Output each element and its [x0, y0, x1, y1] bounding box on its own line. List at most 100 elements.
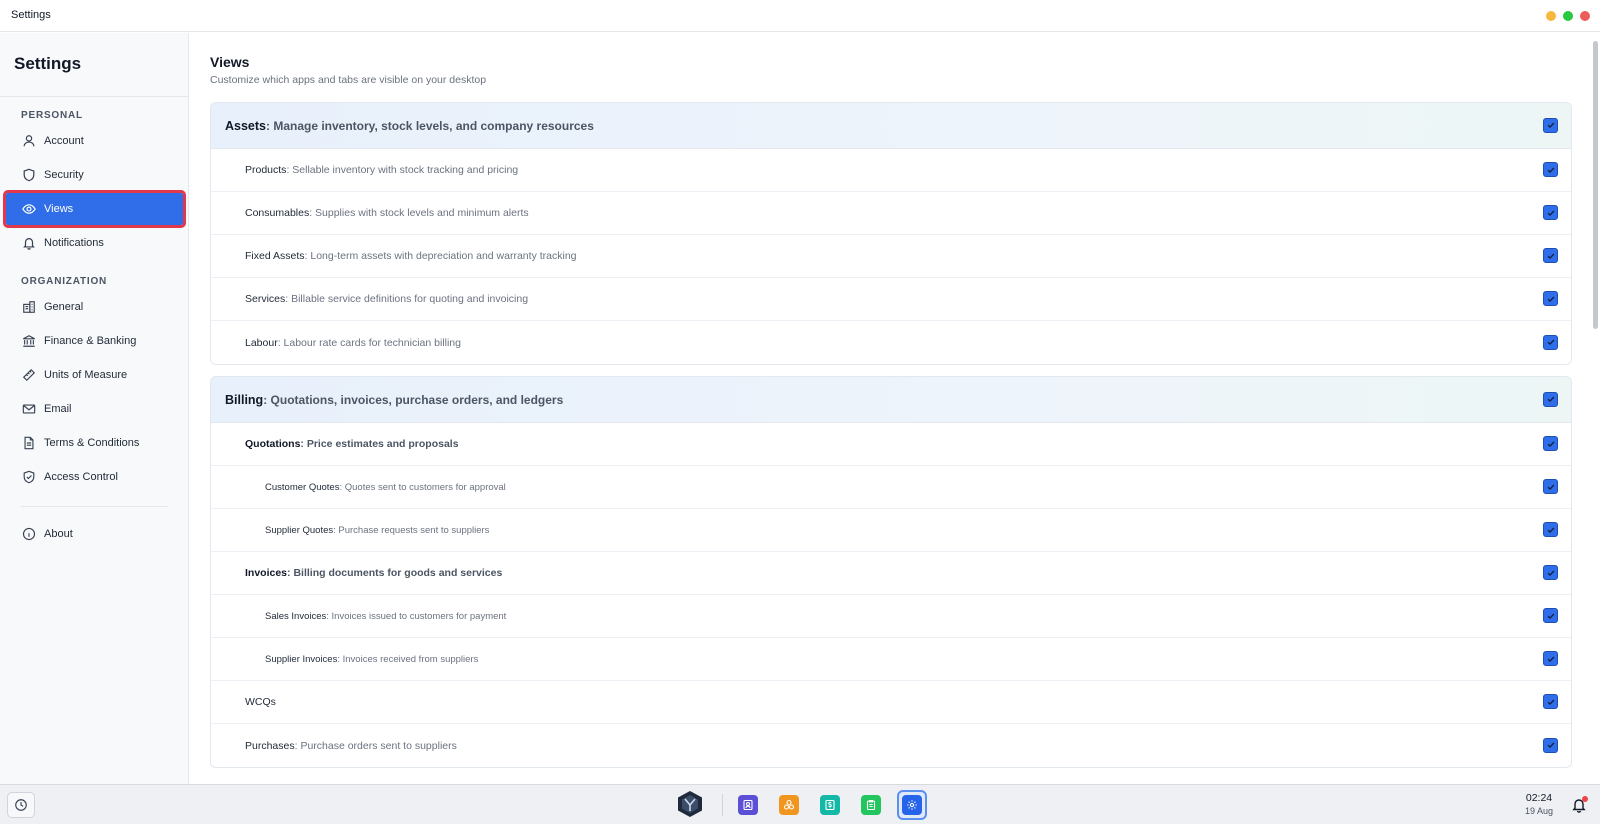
row-title: Supplier Quotes — [265, 524, 334, 536]
taskbar-app-tasks[interactable] — [856, 790, 886, 820]
check-icon — [1547, 296, 1554, 302]
check-icon — [1547, 210, 1554, 216]
clock-icon — [15, 799, 27, 811]
group-checkbox[interactable] — [1543, 117, 1558, 133]
sidebar-item-access-control[interactable]: Access Control — [6, 461, 183, 493]
sidebar-item-units-of-measure[interactable]: Units of Measure — [6, 359, 183, 391]
group-description: : Manage inventory, stock levels, and co… — [266, 118, 594, 133]
check-icon — [1547, 656, 1554, 662]
row-checkbox[interactable] — [1543, 608, 1558, 623]
view-row: Supplier Invoices: Invoices received fro… — [211, 638, 1571, 681]
row-checkbox[interactable] — [1543, 205, 1558, 220]
taskbar: 02:24 19 Aug — [0, 784, 1600, 824]
sidebar-item-about[interactable]: About — [6, 518, 183, 550]
row-checkbox[interactable] — [1543, 737, 1558, 753]
user-icon — [23, 135, 35, 147]
sidebar-divider — [0, 96, 188, 97]
sidebar-item-account[interactable]: Account — [6, 125, 183, 157]
sidebar-divider — [21, 506, 168, 507]
window-title: Settings — [11, 9, 51, 21]
sidebar-item-terms-conditions[interactable]: Terms & Conditions — [6, 427, 183, 459]
check-icon — [1547, 339, 1554, 346]
notification-badge — [1582, 796, 1588, 802]
page-title: Views — [210, 54, 250, 70]
minimize-button[interactable] — [1546, 11, 1556, 21]
sidebar-item-email[interactable]: Email — [6, 393, 183, 425]
row-title: Sales Invoices — [265, 610, 327, 622]
section-label-organization: ORGANIZATION — [21, 276, 108, 287]
row-checkbox[interactable] — [1543, 291, 1558, 306]
contacts-app-icon — [738, 795, 758, 815]
taskbar-app-assets[interactable] — [774, 790, 804, 820]
check-icon — [1547, 122, 1554, 129]
row-checkbox[interactable] — [1543, 522, 1558, 537]
notifications-button[interactable] — [1571, 796, 1588, 813]
ruler-icon — [22, 368, 36, 382]
clock-date: 19 Aug — [1524, 806, 1554, 816]
sidebar-item-views[interactable]: Views — [3, 190, 186, 228]
row-checkbox[interactable] — [1543, 694, 1558, 709]
row-checkbox[interactable] — [1543, 436, 1558, 451]
check-icon — [1547, 253, 1554, 259]
bell-icon — [23, 238, 35, 250]
app-logo-icon[interactable] — [676, 790, 704, 818]
sidebar-item-notifications[interactable]: Notifications — [6, 227, 183, 259]
row-description: : Labour rate cards for technician billi… — [277, 336, 461, 349]
row-checkbox[interactable] — [1543, 479, 1558, 494]
sidebar-item-label: About — [44, 528, 73, 540]
document-icon — [24, 436, 34, 450]
settings-app-icon — [902, 795, 922, 815]
row-title: Products — [245, 164, 287, 176]
history-button[interactable] — [7, 792, 35, 818]
sidebar-item-security[interactable]: Security — [6, 159, 183, 191]
check-icon — [1547, 441, 1554, 447]
page-subtitle: Customize which apps and tabs are visibl… — [210, 74, 487, 86]
sidebar-item-finance-banking[interactable]: Finance & Banking — [6, 325, 183, 357]
row-description: : Billing documents for goods and servic… — [287, 567, 503, 579]
view-row: Consumables: Supplies with stock levels … — [211, 192, 1571, 235]
row-checkbox[interactable] — [1543, 334, 1558, 350]
taskbar-app-billing[interactable] — [815, 790, 845, 820]
taskbar-divider — [722, 794, 723, 816]
row-description: : Invoices issued to customers for payme… — [326, 610, 507, 622]
group-description: : Quotations, invoices, purchase orders,… — [263, 392, 564, 407]
row-checkbox[interactable] — [1543, 248, 1558, 263]
check-icon — [1547, 699, 1554, 705]
vertical-scrollbar[interactable] — [1593, 41, 1598, 329]
sidebar-item-label: General — [44, 301, 84, 313]
row-description: : Billable service definitions for quoti… — [285, 293, 529, 305]
view-row: Invoices: Billing documents for goods an… — [211, 552, 1571, 595]
maximize-button[interactable] — [1563, 11, 1573, 21]
sidebar-item-label: Account — [44, 135, 84, 147]
row-checkbox[interactable] — [1543, 565, 1558, 580]
view-row: Quotations: Price estimates and proposal… — [211, 423, 1571, 466]
row-title: Supplier Invoices — [265, 653, 338, 665]
sidebar-item-label: Finance & Banking — [44, 335, 137, 347]
row-description: : Supplies with stock levels and minimum… — [309, 207, 529, 219]
sidebar-item-label: Units of Measure — [44, 369, 128, 381]
row-title: Invoices — [245, 567, 288, 579]
row-description: : Sellable inventory with stock tracking… — [286, 164, 519, 176]
building-icon — [23, 301, 35, 313]
check-icon — [1547, 167, 1554, 173]
info-icon — [22, 527, 36, 541]
row-checkbox[interactable] — [1543, 162, 1558, 177]
view-row: Customer Quotes: Quotes sent to customer… — [211, 466, 1571, 509]
group-checkbox[interactable] — [1543, 391, 1558, 407]
tasks-app-icon — [861, 795, 881, 815]
assets-app-icon — [779, 795, 799, 815]
check-icon — [1547, 484, 1554, 490]
clock-time: 02:24 — [1525, 792, 1553, 804]
group-title: Billing — [225, 392, 264, 407]
row-checkbox[interactable] — [1543, 651, 1558, 666]
row-description: : Price estimates and proposals — [300, 438, 459, 450]
taskbar-app-contacts[interactable] — [733, 790, 763, 820]
row-title: Customer Quotes — [265, 481, 340, 493]
view-row: Services: Billable service definitions f… — [211, 278, 1571, 321]
sidebar-item-general[interactable]: General — [6, 291, 183, 323]
taskbar-app-settings[interactable] — [897, 790, 927, 820]
close-button[interactable] — [1580, 11, 1590, 21]
check-icon — [1547, 613, 1554, 619]
row-title: Fixed Assets — [245, 250, 305, 262]
check-icon — [1547, 396, 1554, 403]
